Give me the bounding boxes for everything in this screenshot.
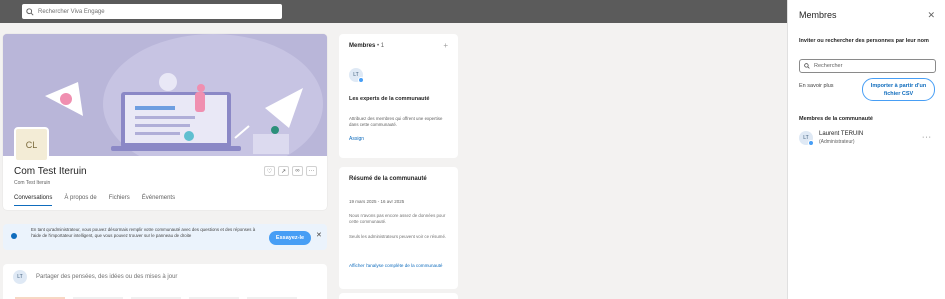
experts-title: Les experts de la communauté <box>349 96 430 102</box>
community-subtitle: Com Test Iteruin <box>14 180 51 186</box>
members-card: Membres • 1 + LT Les experts de la commu… <box>339 34 458 158</box>
add-member-icon[interactable]: + <box>443 41 448 50</box>
try-it-button[interactable]: Essayez-le <box>269 231 311 245</box>
members-card-title: Membres • 1 <box>349 43 384 49</box>
learn-more-link[interactable]: En savoir plus <box>799 82 834 90</box>
share-icon[interactable]: ↗ <box>278 166 289 176</box>
summary-date-range: 19 mars 2025 - 16 avr 2025 <box>349 199 405 204</box>
experts-description: Attribuez des membres qui offrent une ex… <box>349 116 443 127</box>
admin-notice: En tant qu'administrateur, vous pouvez d… <box>3 224 327 250</box>
global-search-input[interactable]: Rechercher Viva Engage <box>22 4 282 19</box>
avatar: LT <box>13 270 27 284</box>
import-csv-button[interactable]: Importer à partir d'un fichier CSV <box>862 78 935 101</box>
community-tabs: Conversations À propos de Fichiers Événe… <box>14 195 175 206</box>
members-panel: Membres ✕ Inviter ou rechercher des pers… <box>787 0 945 299</box>
panel-title: Membres <box>799 10 837 20</box>
full-analysis-link[interactable]: Afficher l'analyse complète de la commun… <box>349 263 449 269</box>
learn-more-label: En savoir plus <box>799 83 834 89</box>
community-header-card: CL Com Test Iteruin Com Test Iteruin ♡ ↗… <box>3 34 327 210</box>
admin-badge-icon <box>358 77 364 83</box>
link-icon[interactable]: ∞ <box>292 166 303 176</box>
close-icon[interactable]: ✕ <box>316 231 322 239</box>
member-search-placeholder: Rechercher <box>814 63 843 69</box>
invite-label: Inviter ou rechercher des personnes par … <box>799 38 929 44</box>
notice-text: En tant qu'administrateur, vous pouvez d… <box>31 227 256 238</box>
summary-admins-only: Seuls les administrateurs peuvent voir c… <box>349 234 447 239</box>
search-icon <box>26 7 34 16</box>
banner-illustration <box>3 34 327 174</box>
composer-placeholder[interactable]: Partager des pensées, des idées ou des m… <box>36 274 177 280</box>
search-icon <box>804 63 810 69</box>
community-actions: ♡ ↗ ∞ ··· <box>264 166 317 176</box>
community-name: Com Test Iteruin <box>14 166 87 177</box>
tab-files[interactable]: Fichiers <box>109 195 130 206</box>
close-icon[interactable]: ✕ <box>927 10 935 21</box>
members-separator: • <box>377 43 380 49</box>
heart-icon[interactable]: ♡ <box>264 166 275 176</box>
community-banner <box>3 34 327 174</box>
global-search-placeholder: Rechercher Viva Engage <box>38 8 105 15</box>
more-options-icon[interactable]: ··· <box>922 134 932 141</box>
member-role: (Administrateur) <box>819 139 855 145</box>
member-search-input[interactable]: Rechercher <box>799 59 936 73</box>
member-name[interactable]: Laurent TERUIN <box>819 131 863 137</box>
members-label: Membres <box>349 43 376 49</box>
summary-no-data: Nous n'avons pas encore assez de données… <box>349 213 446 224</box>
info-icon <box>11 233 17 239</box>
tab-events[interactable]: Événements <box>142 195 175 206</box>
post-composer[interactable]: LT Partager des pensées, des idées ou de… <box>3 264 327 299</box>
community-avatar: CL <box>14 127 49 162</box>
tab-about[interactable]: À propos de <box>64 195 96 206</box>
assign-link[interactable]: Assign <box>349 136 364 142</box>
tab-conversations[interactable]: Conversations <box>14 195 53 206</box>
admin-badge-icon <box>808 140 814 146</box>
more-options-icon[interactable]: ··· <box>306 166 317 176</box>
summary-card: Résumé de la communauté 19 mars 2025 - 1… <box>339 167 458 289</box>
summary-title: Résumé de la communauté <box>349 176 427 182</box>
members-count: 1 <box>380 43 385 49</box>
next-card <box>339 293 458 299</box>
community-members-title: Membres de la communauté <box>799 116 873 122</box>
